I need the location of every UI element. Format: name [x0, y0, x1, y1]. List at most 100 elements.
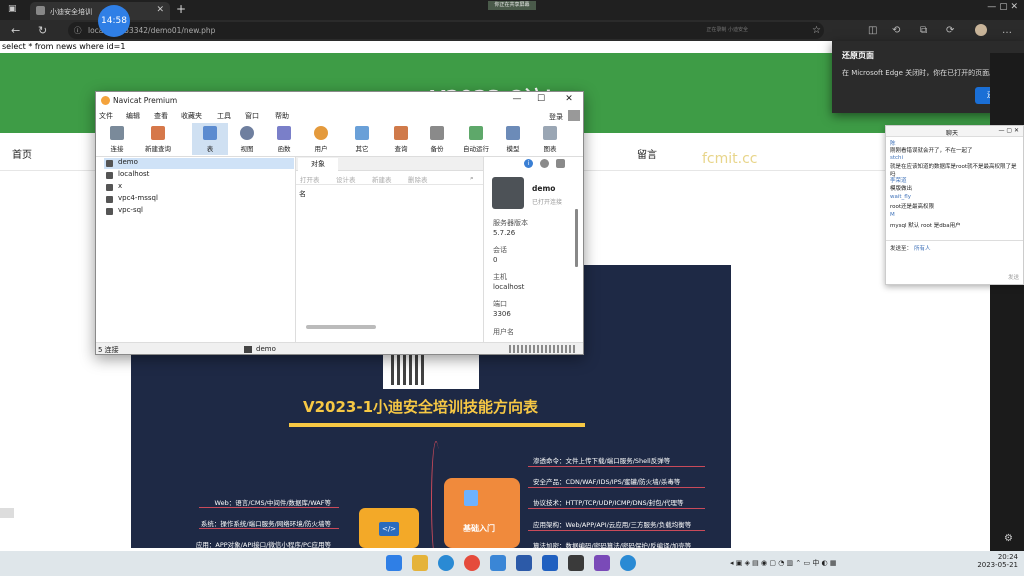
other-icon — [355, 126, 369, 140]
app-icon[interactable] — [542, 555, 558, 571]
vertical-scrollbar[interactable] — [575, 209, 578, 267]
url-input[interactable]: ⓘ localhost:53342/demo01/new.php 正在录制 小迪… — [68, 22, 824, 39]
system-tray[interactable]: ◂ ▣ ◈ ▤ ◉ ▢ ◔ ▥ ⌃ ▭ 中 ◐ ▦ — [730, 558, 836, 568]
ddl-icon[interactable] — [540, 159, 549, 168]
send-to-select[interactable]: 所有人 — [914, 244, 931, 252]
name-column-header[interactable]: 名 — [299, 189, 306, 199]
window-controls[interactable]: — ▢ ✕ — [987, 2, 1018, 12]
back-icon[interactable]: ← — [11, 24, 20, 37]
app-icon[interactable] — [594, 555, 610, 571]
tab-favicon-icon — [36, 6, 45, 15]
info-icon[interactable]: i — [524, 159, 533, 168]
file-explorer-icon[interactable] — [412, 555, 428, 571]
usage-icon[interactable] — [556, 159, 565, 168]
connection-item[interactable]: demo — [104, 158, 294, 169]
chat-window-controls[interactable]: — ▢ ✕ — [998, 127, 1019, 134]
nav-message-link[interactable]: 留言 — [637, 146, 657, 161]
new-table-button[interactable]: 新建表 — [372, 174, 392, 184]
menu-view[interactable]: 查看 — [154, 111, 168, 121]
maximize-button[interactable]: ☐ — [532, 94, 550, 104]
current-db: demo — [244, 345, 276, 353]
tool-chart[interactable]: 图表 — [532, 123, 568, 155]
database-icon — [106, 172, 113, 179]
tool-table[interactable]: 表 — [192, 123, 228, 155]
tab-objects[interactable]: 对象 — [298, 158, 338, 171]
open-table-button[interactable]: 打开表 — [300, 174, 320, 184]
refresh-icon[interactable]: ↻ — [38, 24, 47, 37]
app-icon[interactable] — [490, 555, 506, 571]
chat-send-button[interactable]: 发送 — [1008, 273, 1019, 281]
app-icon[interactable] — [620, 555, 636, 571]
basic-intro-label: 基础入门 — [463, 524, 495, 533]
app-icon[interactable] — [516, 555, 532, 571]
navicat-titlebar: Navicat Premium — ☐ ✕ — [96, 92, 583, 110]
search-icon[interactable]: ⌕ — [470, 174, 474, 183]
user-label: 用户名 — [493, 328, 514, 336]
connection-item[interactable]: vpc4-mssql — [104, 194, 294, 205]
tool-automation[interactable]: 自动运行 — [456, 123, 496, 155]
extensions-icon[interactable]: ⟲ — [892, 25, 900, 36]
close-button[interactable]: ✕ — [560, 94, 578, 104]
new-tab-button[interactable]: + — [176, 2, 186, 16]
tool-backup[interactable]: 备份 — [419, 123, 455, 155]
split-screen-icon[interactable]: ◫ — [868, 25, 877, 36]
collections-icon[interactable]: ⧉ — [920, 25, 927, 36]
menu-favorites[interactable]: 收藏夹 — [181, 111, 202, 121]
connection-item[interactable]: x — [104, 182, 294, 193]
app-icon[interactable] — [568, 555, 584, 571]
start-icon[interactable] — [386, 555, 402, 571]
menu-window[interactable]: 窗口 — [245, 111, 259, 121]
clock-badge: 14:58 — [98, 5, 130, 37]
chrome-icon[interactable] — [464, 555, 480, 571]
tab-title: 小迪安全培训 — [50, 8, 92, 16]
tool-query[interactable]: 查询 — [383, 123, 419, 155]
navicat-toolbar: 连接 新建查询 表 视图 函数 用户 其它 查询 备份 自动运行 模型 图表 — [96, 121, 583, 157]
menu-edit[interactable]: 编辑 — [126, 111, 140, 121]
poster-right-item: 安全产品：CDN/WAF/IDS/IPS/蜜罐/防火墙/杀毒等 — [533, 478, 681, 486]
tool-view[interactable]: 视图 — [229, 123, 265, 155]
book-icon — [464, 490, 478, 506]
tool-new-query[interactable]: 新建查询 — [138, 123, 178, 155]
clock-time: 20:24 — [997, 553, 1018, 561]
horizontal-scrollbar[interactable] — [306, 325, 376, 329]
database-icon — [106, 196, 113, 203]
left-handle[interactable] — [0, 508, 14, 518]
history-icon[interactable]: ⟳ — [946, 25, 954, 36]
connection-item[interactable]: vpc-sql — [104, 206, 294, 217]
edge-icon[interactable] — [438, 555, 454, 571]
code-icon: </> — [379, 522, 399, 536]
tab-close-icon[interactable]: ✕ — [156, 5, 164, 15]
info-connection-status: 已打开连接 — [532, 199, 563, 206]
design-table-button[interactable]: 设计表 — [336, 174, 356, 184]
minimize-button[interactable]: — — [508, 94, 526, 104]
basic-intro-box — [444, 478, 520, 548]
menu-help[interactable]: 帮助 — [275, 111, 289, 121]
session-label: 会话 — [493, 246, 507, 254]
mysql-dolphin-icon — [492, 177, 524, 209]
tool-connect[interactable]: 连接 — [99, 123, 135, 155]
connect-icon — [110, 126, 124, 140]
tool-user[interactable]: 用户 — [303, 123, 339, 155]
connection-item[interactable]: localhost — [104, 170, 294, 181]
poster-right-item: 应用架构：Web/APP/API/云应用/三方服务/负载均衡等 — [533, 521, 692, 529]
menu-tools[interactable]: 工具 — [217, 111, 231, 121]
more-menu-icon[interactable]: … — [1002, 25, 1012, 36]
delete-table-button[interactable]: 删除表 — [408, 174, 428, 184]
tool-model[interactable]: 模型 — [495, 123, 531, 155]
host-value: localhost — [493, 283, 525, 291]
chat-message: root还是最高权限 — [890, 204, 935, 210]
function-icon — [277, 126, 291, 140]
info-icon[interactable]: ⓘ — [74, 22, 82, 39]
profile-avatar[interactable] — [975, 24, 987, 36]
favorite-star-icon[interactable]: ☆ — [812, 25, 821, 36]
taskbar-clock[interactable]: 20:24 2023-05-21 — [976, 553, 1018, 569]
chat-input-area[interactable]: 发送至： 所有人 发送 — [886, 240, 1023, 284]
tool-function[interactable]: 函数 — [266, 123, 302, 155]
tool-other[interactable]: 其它 — [344, 123, 380, 155]
menu-file[interactable]: 文件 — [99, 111, 113, 121]
nav-home-link[interactable]: 首页 — [12, 146, 32, 161]
view-mode-icons[interactable] — [509, 345, 577, 353]
settings-gear-icon[interactable]: ⚙ — [1004, 533, 1013, 544]
tab-actions-icon[interactable]: ▣ — [8, 4, 17, 14]
object-panel: 对象 打开表 设计表 新建表 删除表 ⌕ 名 — [296, 157, 483, 342]
